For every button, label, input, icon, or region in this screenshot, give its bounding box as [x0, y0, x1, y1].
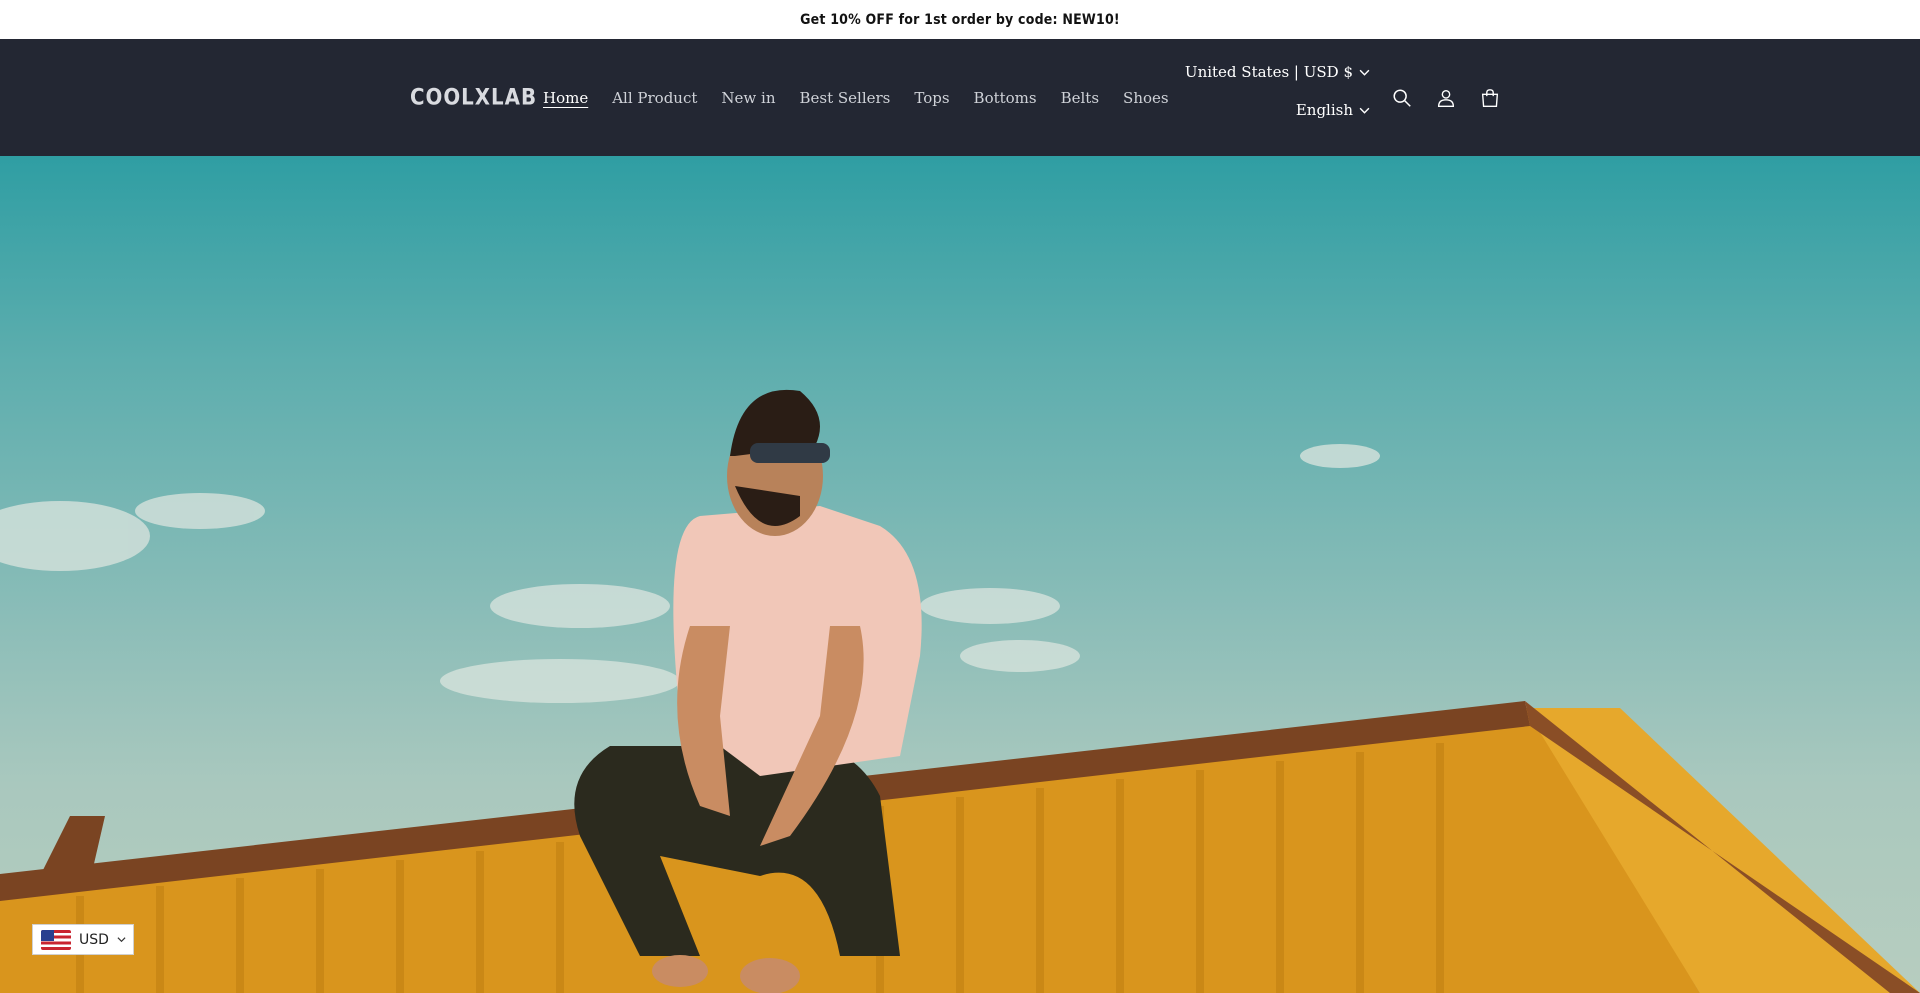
nav-shoes[interactable]: Shoes — [1111, 89, 1181, 107]
site-header: COOLXLAB Home All Product New in Best Se… — [0, 39, 1920, 156]
language-selector[interactable]: English — [1185, 91, 1370, 129]
chevron-down-icon — [1359, 107, 1370, 114]
nav-new-in[interactable]: New in — [709, 89, 787, 107]
search-icon — [1393, 88, 1411, 107]
country-currency-label: United States | USD $ — [1184, 63, 1353, 81]
language-label: English — [1295, 101, 1353, 119]
nav-best-sellers[interactable]: Best Sellers — [787, 89, 902, 107]
announcement-bar: Get 10% OFF for 1st order by code: NEW10… — [0, 0, 1920, 39]
account-icon — [1437, 89, 1455, 107]
currency-switcher[interactable]: USD — [32, 924, 134, 955]
localization-selectors: United States | USD $ English — [1185, 53, 1370, 129]
nav-bottoms[interactable]: Bottoms — [962, 89, 1049, 107]
us-flag-icon — [41, 929, 71, 950]
main-nav: Home All Product New in Best Sellers Top… — [543, 89, 1181, 107]
country-currency-selector[interactable]: United States | USD $ — [1185, 53, 1370, 91]
hero-image — [0, 389, 1920, 993]
hero-banner[interactable] — [0, 156, 1920, 993]
nav-all-product[interactable]: All Product — [600, 89, 709, 107]
chevron-down-icon — [1359, 69, 1370, 76]
nav-home[interactable]: Home — [543, 89, 600, 107]
search-button[interactable] — [1390, 86, 1414, 110]
currency-code: USD — [79, 931, 109, 948]
header-icons — [1390, 86, 1502, 110]
account-button[interactable] — [1434, 86, 1458, 110]
cart-button[interactable] — [1478, 86, 1502, 110]
chevron-down-icon — [117, 937, 126, 943]
announcement-text: Get 10% OFF for 1st order by code: NEW10… — [800, 11, 1120, 28]
site-logo[interactable]: COOLXLAB — [410, 85, 537, 110]
nav-tops[interactable]: Tops — [902, 89, 961, 107]
cart-icon — [1481, 88, 1499, 107]
nav-belts[interactable]: Belts — [1049, 89, 1111, 107]
